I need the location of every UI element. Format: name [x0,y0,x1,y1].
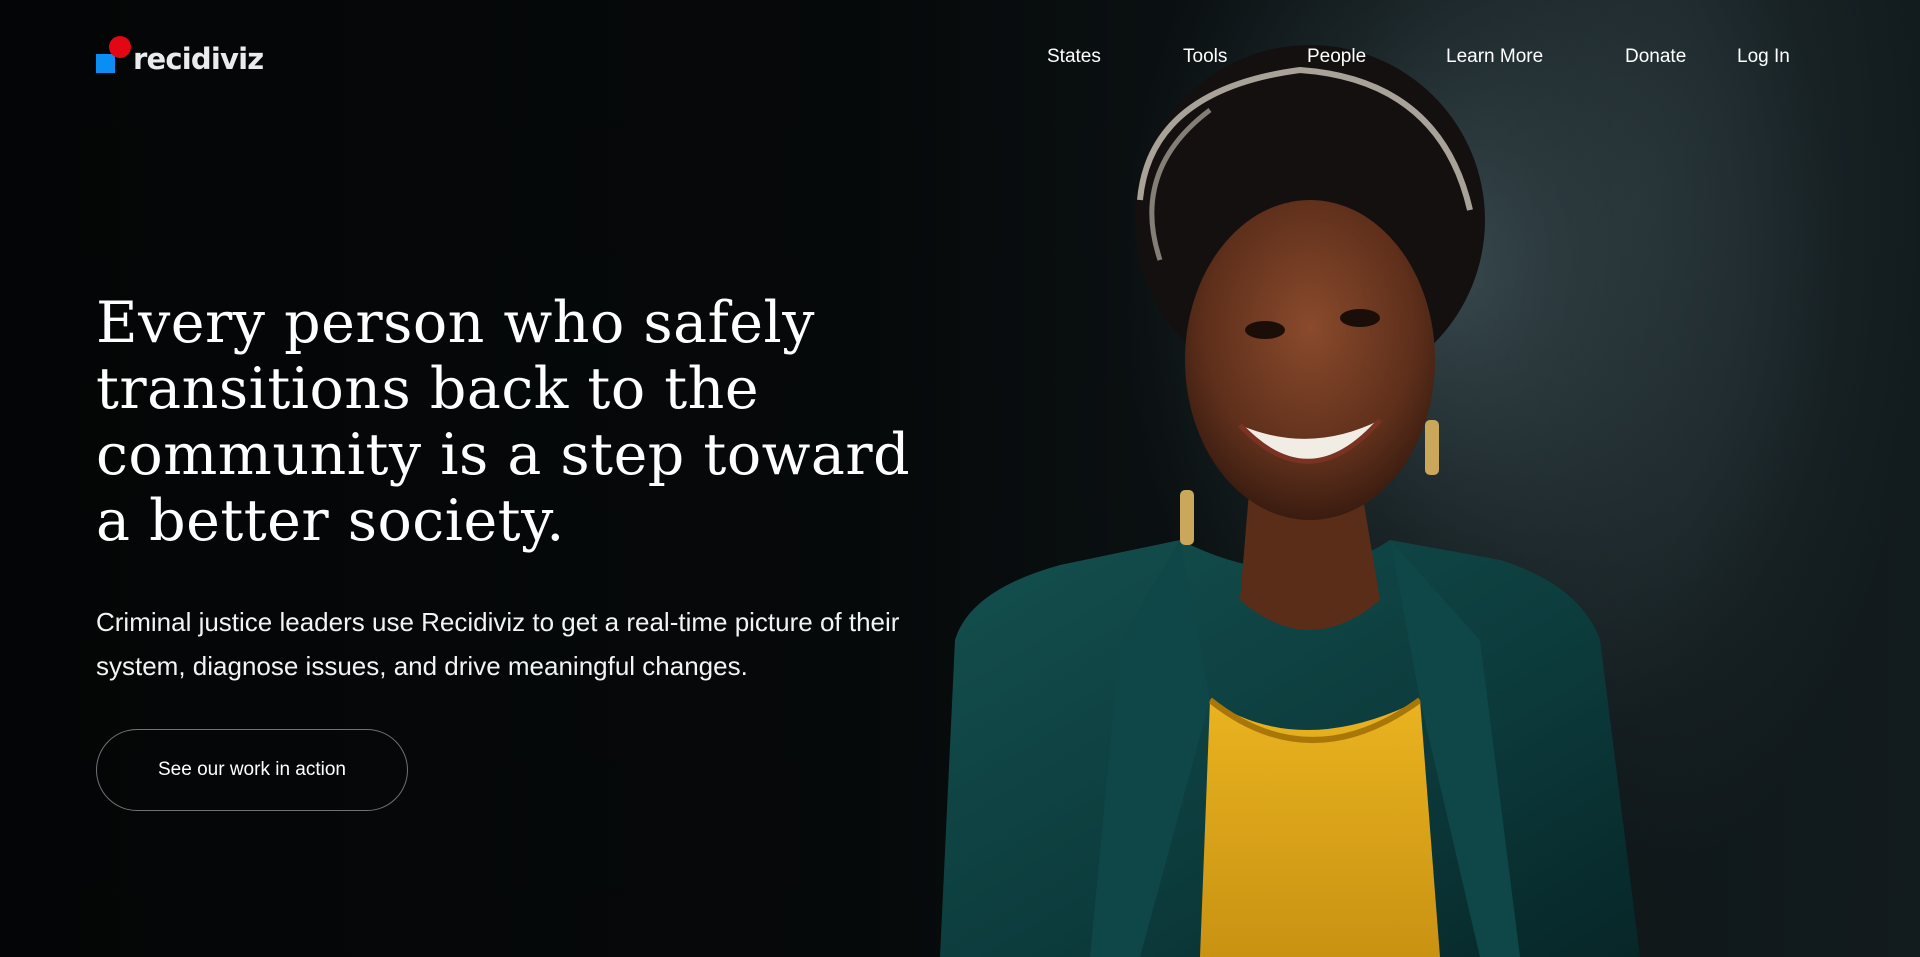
nav-link-tools[interactable]: Tools [1183,46,1227,68]
nav-link-states[interactable]: States [1047,46,1101,68]
nav-link-log-in[interactable]: Log In [1737,46,1790,68]
hero-section: recidiviz States Tools People Learn More… [0,0,1920,957]
see-our-work-button[interactable]: See our work in action [96,729,408,811]
hero-photo [880,0,1920,957]
nav-link-learn-more[interactable]: Learn More [1446,46,1543,68]
top-navigation: recidiviz States Tools People Learn More… [0,0,1920,116]
hero-headline: Every person who safely transitions back… [96,290,916,554]
nav-link-people[interactable]: People [1307,46,1366,68]
hero-headline-text: Every person who safely transitions back… [96,290,911,554]
nav-link-donate[interactable]: Donate [1625,46,1686,68]
nav-links: States Tools People Learn More Donate Lo… [0,46,1920,72]
hero-subtext: Criminal justice leaders use Recidiviz t… [96,607,900,681]
